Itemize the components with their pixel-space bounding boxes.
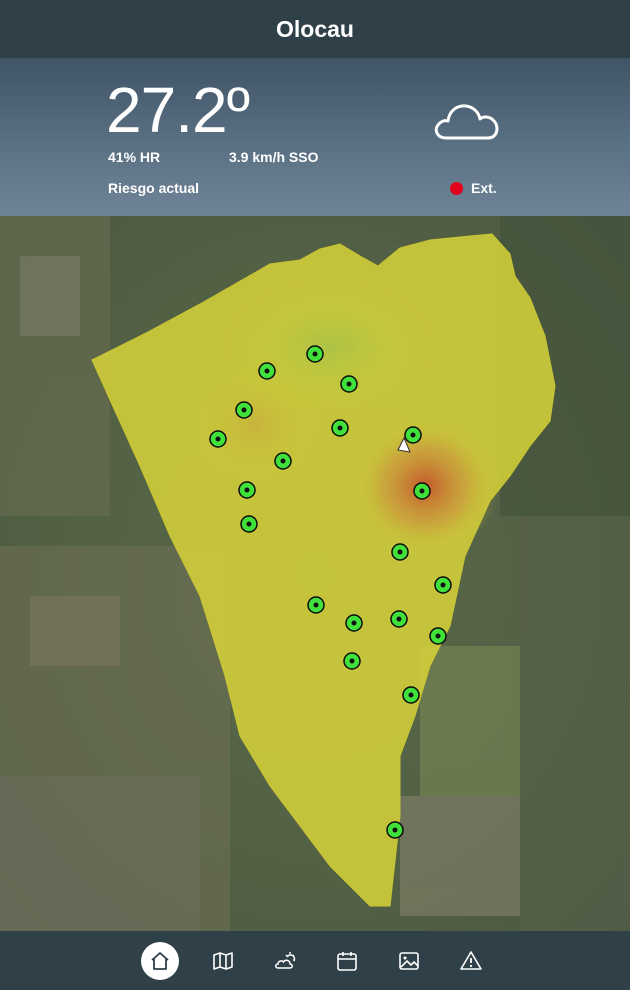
risk-indicator: Ext. <box>450 180 497 196</box>
alert-icon <box>460 950 482 970</box>
bottom-navigation <box>0 931 630 990</box>
station-marker-center <box>244 487 250 493</box>
nav-gallery-button[interactable] <box>391 943 427 979</box>
map-canvas[interactable] <box>0 216 630 931</box>
page-title: Olocau <box>276 15 354 42</box>
station-marker-center <box>351 620 357 626</box>
risk-dot <box>450 181 463 195</box>
map-icon <box>213 951 233 970</box>
station-marker-center <box>435 633 441 639</box>
station-marker-center <box>396 616 402 622</box>
station-marker-center <box>337 425 343 431</box>
humidity-value: 41% HR <box>108 149 161 165</box>
nav-alerts-button[interactable] <box>453 943 489 979</box>
station-marker-center <box>440 582 446 588</box>
home-icon <box>151 951 169 970</box>
risk-label: Riesgo actual <box>108 180 200 196</box>
station-marker-center <box>280 458 286 464</box>
station-marker-center <box>419 488 425 494</box>
station-marker-center <box>397 549 403 555</box>
nav-home-button[interactable] <box>141 941 179 980</box>
station-marker-center <box>349 658 355 664</box>
station-marker-center <box>410 432 416 438</box>
station-marker-center <box>312 351 318 357</box>
station-marker-center <box>241 407 247 413</box>
nav-map-button[interactable] <box>205 943 241 979</box>
cloud-icon <box>434 104 499 140</box>
wind-value: 3.9 km/h SSO <box>229 149 319 165</box>
station-marker-center <box>408 692 414 698</box>
moderate-risk-zone <box>185 366 325 486</box>
weather-icon <box>275 951 296 969</box>
station-marker-center <box>346 381 352 387</box>
station-marker-center <box>264 368 270 374</box>
station-marker-center <box>313 602 319 608</box>
title-bar: Olocau <box>0 0 630 58</box>
risk-value: Ext. <box>471 180 497 196</box>
station-marker-center <box>392 827 398 833</box>
calendar-icon <box>337 951 357 971</box>
station-marker-center <box>215 436 221 442</box>
station-marker-center <box>246 521 252 527</box>
map-view[interactable] <box>0 216 630 931</box>
weather-panel: 27.2º 41% HR 3.9 km/h SSO Riesgo actual … <box>0 58 630 216</box>
gallery-icon <box>399 951 419 970</box>
temperature-value: 27.2º <box>106 74 250 146</box>
nav-weather-button[interactable] <box>267 943 303 979</box>
nav-calendar-button[interactable] <box>329 943 365 979</box>
